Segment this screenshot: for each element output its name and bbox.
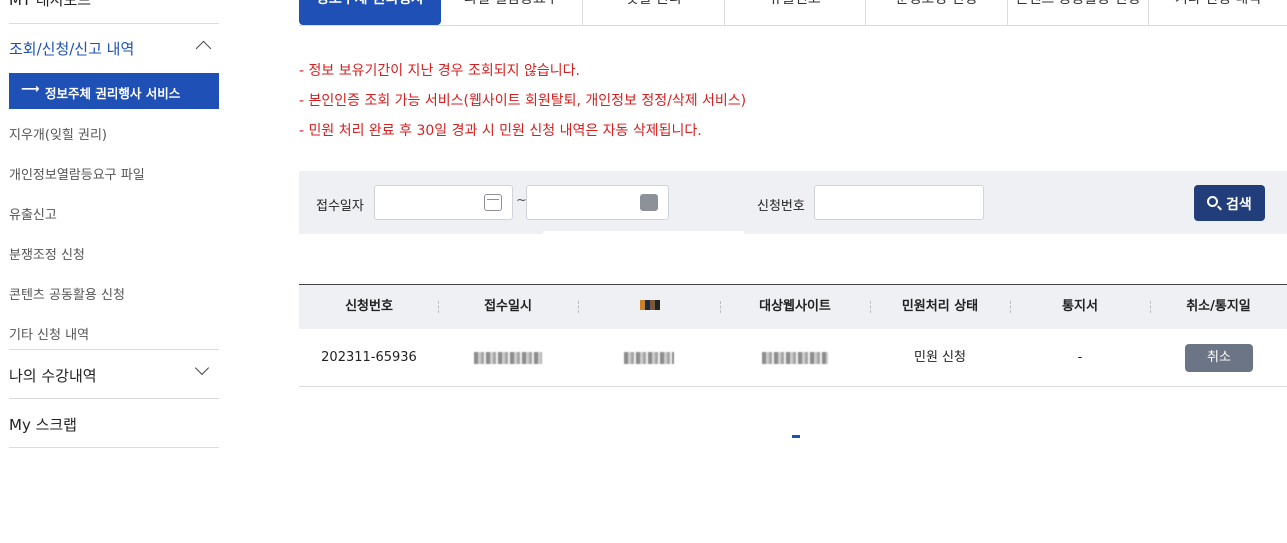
sidebar-item-other[interactable]: 기타 신청 내역 <box>9 324 219 343</box>
col-website: 대상웹사이트 <box>759 299 831 314</box>
sidebar-item-forget[interactable]: 지우개(잊힐 권리) <box>9 124 219 143</box>
sidebar-group-history[interactable]: 조회/신청/신고 내역 <box>9 24 219 72</box>
tab-other[interactable]: 기타 신청 내역 <box>1148 0 1287 25</box>
sidebar-item-courses[interactable]: 나의 수강내역 <box>9 349 219 398</box>
sidebar-item-file-request[interactable]: 개인정보열람등요구 파일 <box>9 164 219 183</box>
chevron-up-icon <box>195 40 212 57</box>
app-no-input[interactable] <box>814 185 984 220</box>
notice-list: - 정보 보유기간이 지난 경우 조회되지 않습니다. - 본인인증 조회 가능… <box>299 60 746 150</box>
search-button-label: 검색 <box>1226 197 1252 213</box>
sidebar-item-label: MY 대시보드 <box>9 0 92 9</box>
redaction-mask <box>455 329 830 385</box>
sidebar-item-dashboard[interactable]: MY 대시보드 <box>9 0 219 24</box>
app-no-label: 신청번호 <box>757 199 805 214</box>
tab-file-request[interactable]: 파일 열람등요구 <box>441 0 582 25</box>
tab-rights[interactable]: 정보주체 권리행사 <box>299 0 441 25</box>
notice-item: - 본인인증 조회 가능 서비스(웹사이트 회원탈퇴, 개인정보 정정/삭제 서… <box>299 93 747 109</box>
pagination-current[interactable] <box>792 435 800 438</box>
sidebar-group-label: 조회/신청/신고 내역 <box>9 40 135 58</box>
cell-status: 민원 신청 <box>914 350 966 365</box>
sidebar-item-rights-service[interactable]: ⟶ 정보주체 권리행사 서비스 <box>9 73 219 109</box>
tab-dispute[interactable]: 분쟁조정 신청 <box>865 0 1007 25</box>
arrow-right-icon: ⟶ <box>21 82 40 97</box>
redacted-header-icon <box>640 300 660 310</box>
end-date-field[interactable] <box>526 185 669 220</box>
sidebar-item-leak-report[interactable]: 유출신고 <box>9 204 219 223</box>
sidebar-item-content-share[interactable]: 콘텐츠 공동활용 신청 <box>9 284 219 303</box>
col-notice: 통지서 <box>1062 299 1098 314</box>
col-received: 접수일시 <box>484 299 532 314</box>
search-panel: 접수일자 ~ 신청번호 검색 <box>299 171 1287 234</box>
col-status: 민원처리 상태 <box>901 299 979 314</box>
calendar-icon[interactable] <box>640 194 658 211</box>
table-header: 신청번호 접수일시 대상웹사이트 민원처리 상태 통지서 취소/통지일 <box>299 284 1287 329</box>
start-date-field[interactable] <box>374 185 513 220</box>
redaction-mask <box>543 231 744 284</box>
sidebar-item-label: 나의 수강내역 <box>9 367 97 385</box>
chevron-down-icon <box>194 360 210 376</box>
sidebar-item-label: My 스크랩 <box>9 416 77 434</box>
sidebar-item-scrap[interactable]: My 스크랩 <box>9 398 219 447</box>
cell-app-no: 202311-65936 <box>321 350 417 365</box>
cell-notice: - <box>1077 350 1083 365</box>
col-cancel: 취소/통지일 <box>1186 299 1251 314</box>
search-icon <box>1207 196 1218 207</box>
col-app-no: 신청번호 <box>345 299 393 314</box>
tab-content-share[interactable]: 콘텐츠 공동활용 신청 <box>1007 0 1148 25</box>
notice-item: - 정보 보유기간이 지난 경우 조회되지 않습니다. <box>299 63 580 79</box>
sidebar-item-dispute[interactable]: 분쟁조정 신청 <box>9 244 219 263</box>
sidebar-item-label: 정보주체 권리행사 서비스 <box>45 86 181 101</box>
cancel-button[interactable]: 취소 <box>1185 344 1253 372</box>
divider <box>9 447 219 448</box>
tab-leak[interactable]: 유출신고 <box>724 0 865 25</box>
tab-forget[interactable]: 잊힐 권리 <box>582 0 724 25</box>
search-button[interactable]: 검색 <box>1194 185 1265 221</box>
notice-item: - 민원 처리 완료 후 30일 경과 시 민원 신청 내역은 자동 삭제됩니다… <box>299 123 702 139</box>
date-label: 접수일자 <box>316 199 364 214</box>
calendar-icon[interactable] <box>484 194 502 211</box>
tab-bar: 정보주체 권리행사 파일 열람등요구 잊힐 권리 유출신고 분쟁조정 신청 콘텐… <box>299 0 1287 26</box>
